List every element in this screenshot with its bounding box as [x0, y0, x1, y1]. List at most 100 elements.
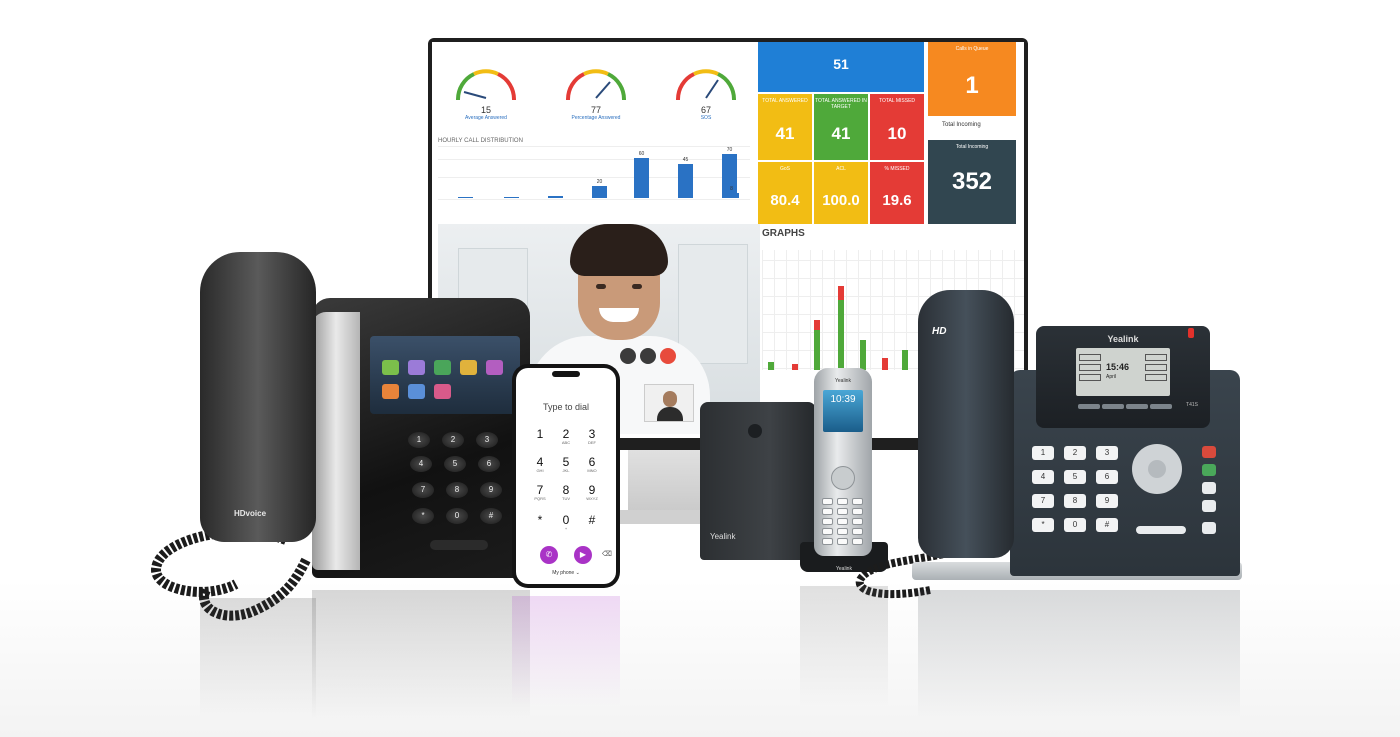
hangup-button[interactable] [660, 348, 676, 364]
dial-key[interactable]: 5 JKL [552, 456, 580, 473]
line-key[interactable] [1145, 364, 1167, 371]
contacts-app-icon[interactable] [408, 360, 425, 375]
messages-app-icon[interactable] [434, 360, 451, 375]
voicemail-app-icon[interactable] [434, 384, 451, 399]
key-9[interactable]: 9 [480, 482, 502, 498]
grid-vline [834, 250, 835, 370]
cordless-key[interactable] [837, 498, 848, 505]
cordless-key[interactable] [852, 498, 863, 505]
key-0[interactable]: 0 [446, 508, 468, 524]
grid-vline [798, 250, 799, 370]
directory-app-icon[interactable] [382, 384, 399, 399]
key-3[interactable]: 3 [476, 432, 498, 448]
yealink-key[interactable]: 8 [1064, 494, 1086, 508]
desk-phone-handset[interactable]: HDvoice [200, 252, 316, 542]
cordless-key[interactable] [837, 538, 848, 545]
dial-key-letters: WXYZ [586, 496, 598, 501]
line-key[interactable] [1079, 364, 1101, 371]
yealink-key[interactable]: # [1096, 518, 1118, 532]
cordless-key[interactable] [822, 538, 833, 545]
ok-button[interactable] [1148, 460, 1166, 478]
line-key[interactable] [1145, 354, 1167, 361]
cordless-key[interactable] [837, 518, 848, 525]
yealink-key[interactable]: 9 [1096, 494, 1118, 508]
tile-value: 80.4 [770, 192, 800, 209]
dial-key[interactable]: * [526, 514, 554, 526]
yealink-key[interactable]: 5 [1064, 470, 1086, 484]
cordless-key[interactable] [822, 498, 833, 505]
line-key[interactable] [1079, 374, 1101, 381]
hangup-key-icon[interactable] [1202, 446, 1216, 458]
dial-key[interactable]: 6 MNO [578, 456, 606, 473]
dial-key[interactable]: 3 DEF [578, 428, 606, 445]
softkey[interactable] [1078, 404, 1100, 409]
volume-bar[interactable] [1136, 526, 1186, 534]
dial-key[interactable]: 8 TUV [552, 484, 580, 501]
cordless-key[interactable] [852, 508, 863, 515]
key-star[interactable]: * [412, 508, 434, 524]
speaker-key-icon[interactable] [1202, 522, 1216, 534]
line-key[interactable] [1145, 374, 1167, 381]
hourly-bar [504, 197, 519, 198]
cordless-key[interactable] [822, 528, 833, 535]
dial-key[interactable]: 4 GHI [526, 456, 554, 473]
softkey[interactable] [1102, 404, 1124, 409]
tile-value: 1 [965, 72, 979, 99]
softkey[interactable] [1150, 404, 1172, 409]
yealink-key[interactable]: 6 [1096, 470, 1118, 484]
cordless-key[interactable] [822, 508, 833, 515]
yealink-key[interactable]: 1 [1032, 446, 1054, 460]
yealink-key[interactable]: 4 [1032, 470, 1054, 484]
settings-app-icon[interactable] [486, 360, 503, 375]
key-hash[interactable]: # [480, 508, 502, 524]
dial-key[interactable]: 7 PQRS [526, 484, 554, 501]
volume-rocker[interactable] [430, 540, 488, 550]
browser-app-icon[interactable] [408, 384, 425, 399]
dial-key[interactable]: 9 WXYZ [578, 484, 606, 501]
cordless-key[interactable] [852, 528, 863, 535]
yealink-key[interactable]: 7 [1032, 494, 1054, 508]
dial-key[interactable]: # [578, 514, 606, 526]
grid-vline [882, 250, 883, 370]
lcd-date: April [1106, 374, 1117, 380]
desk-phone-touchscreen[interactable] [370, 336, 520, 414]
yealink-key[interactable]: 2 [1064, 446, 1086, 460]
key-6[interactable]: 6 [478, 456, 500, 472]
backspace-icon[interactable]: ⌫ [602, 550, 612, 558]
cordless-key[interactable] [837, 508, 848, 515]
answer-key-icon[interactable] [1202, 464, 1216, 476]
mute-key-icon[interactable] [1202, 500, 1216, 512]
dial-key[interactable]: 1 [526, 428, 554, 440]
cordless-nav-ring[interactable] [831, 466, 855, 490]
dial-key[interactable]: 0 + [552, 514, 580, 531]
camera-button[interactable] [640, 348, 656, 364]
key-1[interactable]: 1 [408, 432, 430, 448]
yealink-key[interactable]: 3 [1096, 446, 1118, 460]
key-4[interactable]: 4 [410, 456, 432, 472]
dial-key-digit: 0 [562, 513, 570, 527]
key-8[interactable]: 8 [446, 482, 468, 498]
phone-app-icon[interactable] [382, 360, 399, 375]
yealink-handset[interactable]: HD [918, 290, 1014, 558]
dial-prompt[interactable]: Type to dial [516, 402, 616, 412]
navigation-pad[interactable] [1132, 444, 1182, 494]
key-5[interactable]: 5 [444, 456, 466, 472]
line-key[interactable] [1079, 354, 1101, 361]
key-2[interactable]: 2 [442, 432, 464, 448]
yealink-key[interactable]: 0 [1064, 518, 1086, 532]
key-7[interactable]: 7 [412, 482, 434, 498]
softkey[interactable] [1126, 404, 1148, 409]
cordless-key[interactable] [822, 518, 833, 525]
voice-call-button[interactable]: ✆ [540, 546, 558, 564]
calendar-app-icon[interactable] [460, 360, 477, 375]
dial-key[interactable]: 2 ABC [552, 428, 580, 445]
yealink-key[interactable]: * [1032, 518, 1054, 532]
mute-button[interactable] [620, 348, 636, 364]
video-call-button[interactable]: ▶ [574, 546, 592, 564]
grid-vline [822, 250, 823, 370]
headset-key-icon[interactable] [1202, 482, 1216, 494]
cordless-key[interactable] [852, 518, 863, 525]
line-selector[interactable]: My phone ⌄ [516, 570, 616, 576]
cordless-key[interactable] [837, 528, 848, 535]
tile-value: 352 [951, 168, 993, 195]
